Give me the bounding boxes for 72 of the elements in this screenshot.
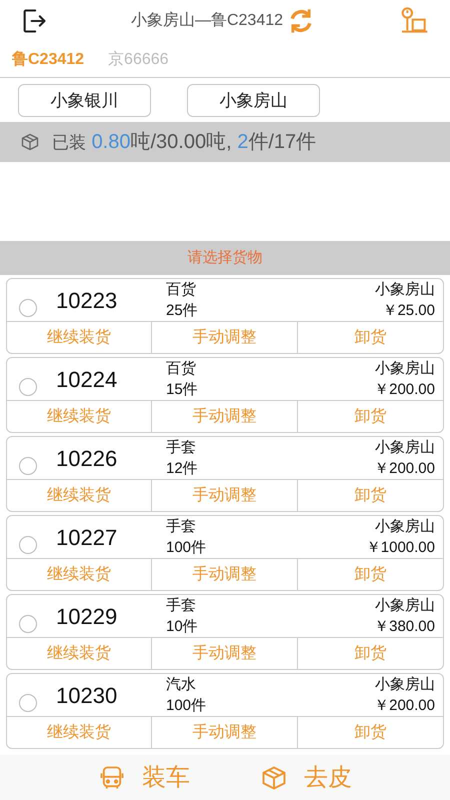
header-title: 小象房山—鲁C23412 <box>130 10 284 31</box>
box-icon <box>20 132 40 152</box>
bus-icon <box>98 764 126 792</box>
action-button[interactable]: 卸货 <box>298 717 443 748</box>
action-button[interactable]: 继续装货 <box>7 559 152 590</box>
action-button[interactable]: 卸货 <box>298 322 443 353</box>
cargo-card[interactable]: 10230 汽水 100件 小象房山 ￥200.00 继续装货 手动调整 卸货 <box>6 673 444 749</box>
price: ￥200.00 <box>374 380 435 400</box>
cargo-count: 25件 <box>166 301 198 321</box>
cargo-type: 百货 <box>166 359 197 379</box>
cargo-number: 10223 <box>56 286 118 314</box>
cargo-count: 100件 <box>166 696 206 716</box>
cargo-type: 手套 <box>166 517 197 537</box>
radio-button[interactable] <box>19 615 37 633</box>
cargo-number: 10230 <box>56 682 118 710</box>
price: ￥200.00 <box>374 696 435 716</box>
cargo-count: 12件 <box>166 459 198 479</box>
action-button[interactable]: 继续装货 <box>7 480 152 511</box>
cargo-type: 汽水 <box>166 675 197 695</box>
vehicle-tab[interactable]: 京66666 <box>108 48 169 72</box>
cargo-type: 手套 <box>166 596 197 616</box>
radio-button[interactable] <box>19 457 37 475</box>
bottom-action-button[interactable]: 装车 <box>142 760 190 796</box>
radio-button[interactable] <box>19 378 37 396</box>
station-button[interactable]: 小象房山 <box>187 84 320 117</box>
action-button[interactable]: 继续装货 <box>7 638 152 669</box>
action-button[interactable]: 继续装货 <box>7 322 152 353</box>
vehicle-tab[interactable]: 鲁C23412 <box>12 48 84 72</box>
radio-button[interactable] <box>19 694 37 712</box>
action-button[interactable]: 继续装货 <box>7 401 152 432</box>
cargo-type: 手套 <box>166 438 197 458</box>
radio-button[interactable] <box>19 536 37 554</box>
destination: 小象房山 <box>375 675 435 695</box>
section-header: 请选择货物 <box>0 241 450 275</box>
price: ￥200.00 <box>374 459 435 479</box>
destination: 小象房山 <box>375 359 435 379</box>
action-button[interactable]: 手动调整 <box>152 401 298 432</box>
cargo-card[interactable]: 10229 手套 10件 小象房山 ￥380.00 继续装货 手动调整 卸货 <box>6 594 444 670</box>
price: ￥25.00 <box>382 301 435 321</box>
cargo-number: 10226 <box>56 444 118 472</box>
action-button[interactable]: 手动调整 <box>152 559 298 590</box>
cargo-count: 100件 <box>166 538 206 558</box>
destination: 小象房山 <box>375 596 435 616</box>
cargo-card[interactable]: 10226 手套 12件 小象房山 ￥200.00 继续装货 手动调整 卸货 <box>6 436 444 512</box>
action-button[interactable]: 手动调整 <box>152 322 298 353</box>
price: ￥1000.00 <box>366 538 435 558</box>
radio-button[interactable] <box>19 299 37 317</box>
destination: 小象房山 <box>375 517 435 537</box>
action-button[interactable]: 卸货 <box>298 401 443 432</box>
action-button[interactable]: 手动调整 <box>152 638 298 669</box>
load-summary: 已装 0.80吨/30.00吨, 2件/17件 <box>52 130 316 155</box>
cargo-card[interactable]: 10224 百货 15件 小象房山 ￥200.00 继续装货 手动调整 卸货 <box>6 357 444 433</box>
bottom-action-button[interactable]: 去皮 <box>304 760 352 796</box>
action-button[interactable]: 卸货 <box>298 638 443 669</box>
cargo-count: 15件 <box>166 380 198 400</box>
cargo-number: 10229 <box>56 602 118 630</box>
action-button[interactable]: 卸货 <box>298 480 443 511</box>
cargo-count: 10件 <box>166 617 198 637</box>
cargo-type: 百货 <box>166 280 197 300</box>
cargo-card[interactable]: 10223 百货 25件 小象房山 ￥25.00 继续装货 手动调整 卸货 <box>6 278 444 354</box>
action-button[interactable]: 手动调整 <box>152 480 298 511</box>
station-button[interactable]: 小象银川 <box>18 84 151 117</box>
action-button[interactable]: 卸货 <box>298 559 443 590</box>
destination: 小象房山 <box>375 280 435 300</box>
action-button[interactable]: 继续装货 <box>7 717 152 748</box>
cargo-card[interactable]: 10227 手套 100件 小象房山 ￥1000.00 继续装货 手动调整 卸货 <box>6 515 444 591</box>
box-icon <box>260 764 288 792</box>
cargo-number: 10224 <box>56 366 118 394</box>
cargo-number: 10227 <box>56 524 118 552</box>
price: ￥380.00 <box>374 617 435 637</box>
destination: 小象房山 <box>375 438 435 458</box>
action-button[interactable]: 手动调整 <box>152 717 298 748</box>
